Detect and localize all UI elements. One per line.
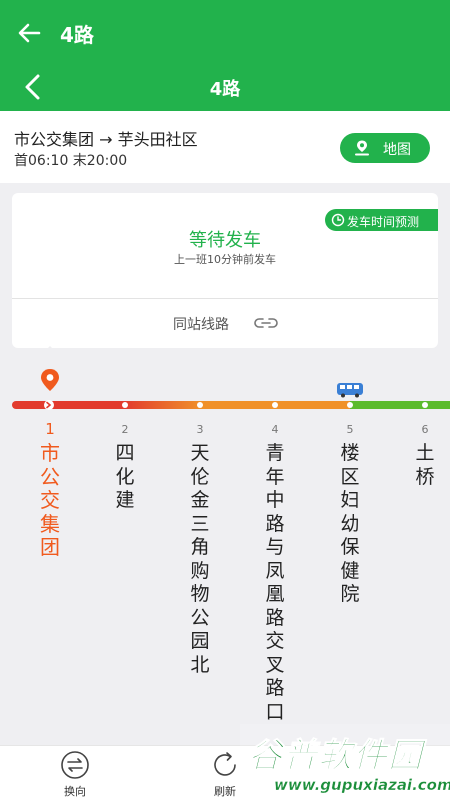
stop-dot-3: [197, 402, 203, 408]
stop-name[interactable]: 青年中路与凤凰路交叉路口: [260, 442, 290, 724]
reverse-direction-button[interactable]: 换向: [45, 750, 105, 799]
card-divider: [12, 298, 438, 299]
clock-icon: [331, 213, 345, 227]
app-title: 4路: [60, 23, 94, 47]
stop-number: 6: [421, 423, 429, 436]
stop-name[interactable]: 楼区妇幼保健院: [335, 442, 365, 607]
stop-number: 3: [196, 423, 204, 436]
stop-dot-6: [422, 402, 428, 408]
map-button-label: 地图: [383, 142, 411, 158]
watermark-title: 谷普软件园: [248, 736, 423, 777]
watermark-url: www.gupuxiazai.com: [274, 776, 450, 794]
refresh-icon: [214, 752, 236, 776]
app-bar: 4路: [0, 0, 450, 64]
swap-icon: [61, 751, 89, 779]
service-hours: 首06:10 末20:00: [14, 153, 128, 169]
arrival-status: 等待发车: [189, 230, 261, 251]
stop-number: 4: [271, 423, 279, 436]
stop-dot-5: [347, 402, 353, 408]
map-button[interactable]: 地图: [340, 133, 430, 163]
bus-icon: [337, 383, 363, 398]
last-departure-text: 上一班10分钟前发车: [174, 253, 276, 266]
back-arrow-icon[interactable]: [14, 18, 44, 48]
refresh-label: 刷新: [214, 785, 236, 798]
stop-number: 1: [45, 420, 55, 438]
location-pin-icon: [355, 140, 369, 156]
stop-number: 5: [346, 423, 354, 436]
card-notch: [43, 346, 57, 353]
same-station-lines-button[interactable]: 同站线路: [173, 314, 229, 334]
current-stop-marker-icon: [44, 400, 54, 410]
stop-name[interactable]: 四化建: [110, 442, 140, 513]
reverse-direction-label: 换向: [64, 785, 86, 798]
page-title: 4路: [209, 79, 241, 100]
nav-bar: 4路: [0, 64, 450, 111]
stop-number: 2: [121, 423, 129, 436]
stop-dot-4: [272, 402, 278, 408]
stop-name[interactable]: 土桥: [410, 442, 440, 489]
route-line-segment-red: [12, 401, 124, 409]
stop-name[interactable]: 天伦金三角购物公园北: [185, 442, 215, 677]
stop-dot-2: [122, 402, 128, 408]
stop-name[interactable]: 市公交集团: [35, 441, 65, 560]
route-direction: 市公交集团 → 芋头田社区: [14, 130, 198, 149]
watermark: 谷普软件园 www.gupuxiazai.com: [240, 724, 450, 800]
link-icon: [254, 318, 278, 328]
route-line-segment-transition: [124, 401, 202, 409]
route-line-segment-green: [350, 401, 450, 409]
current-location-pin-icon: [41, 369, 59, 391]
